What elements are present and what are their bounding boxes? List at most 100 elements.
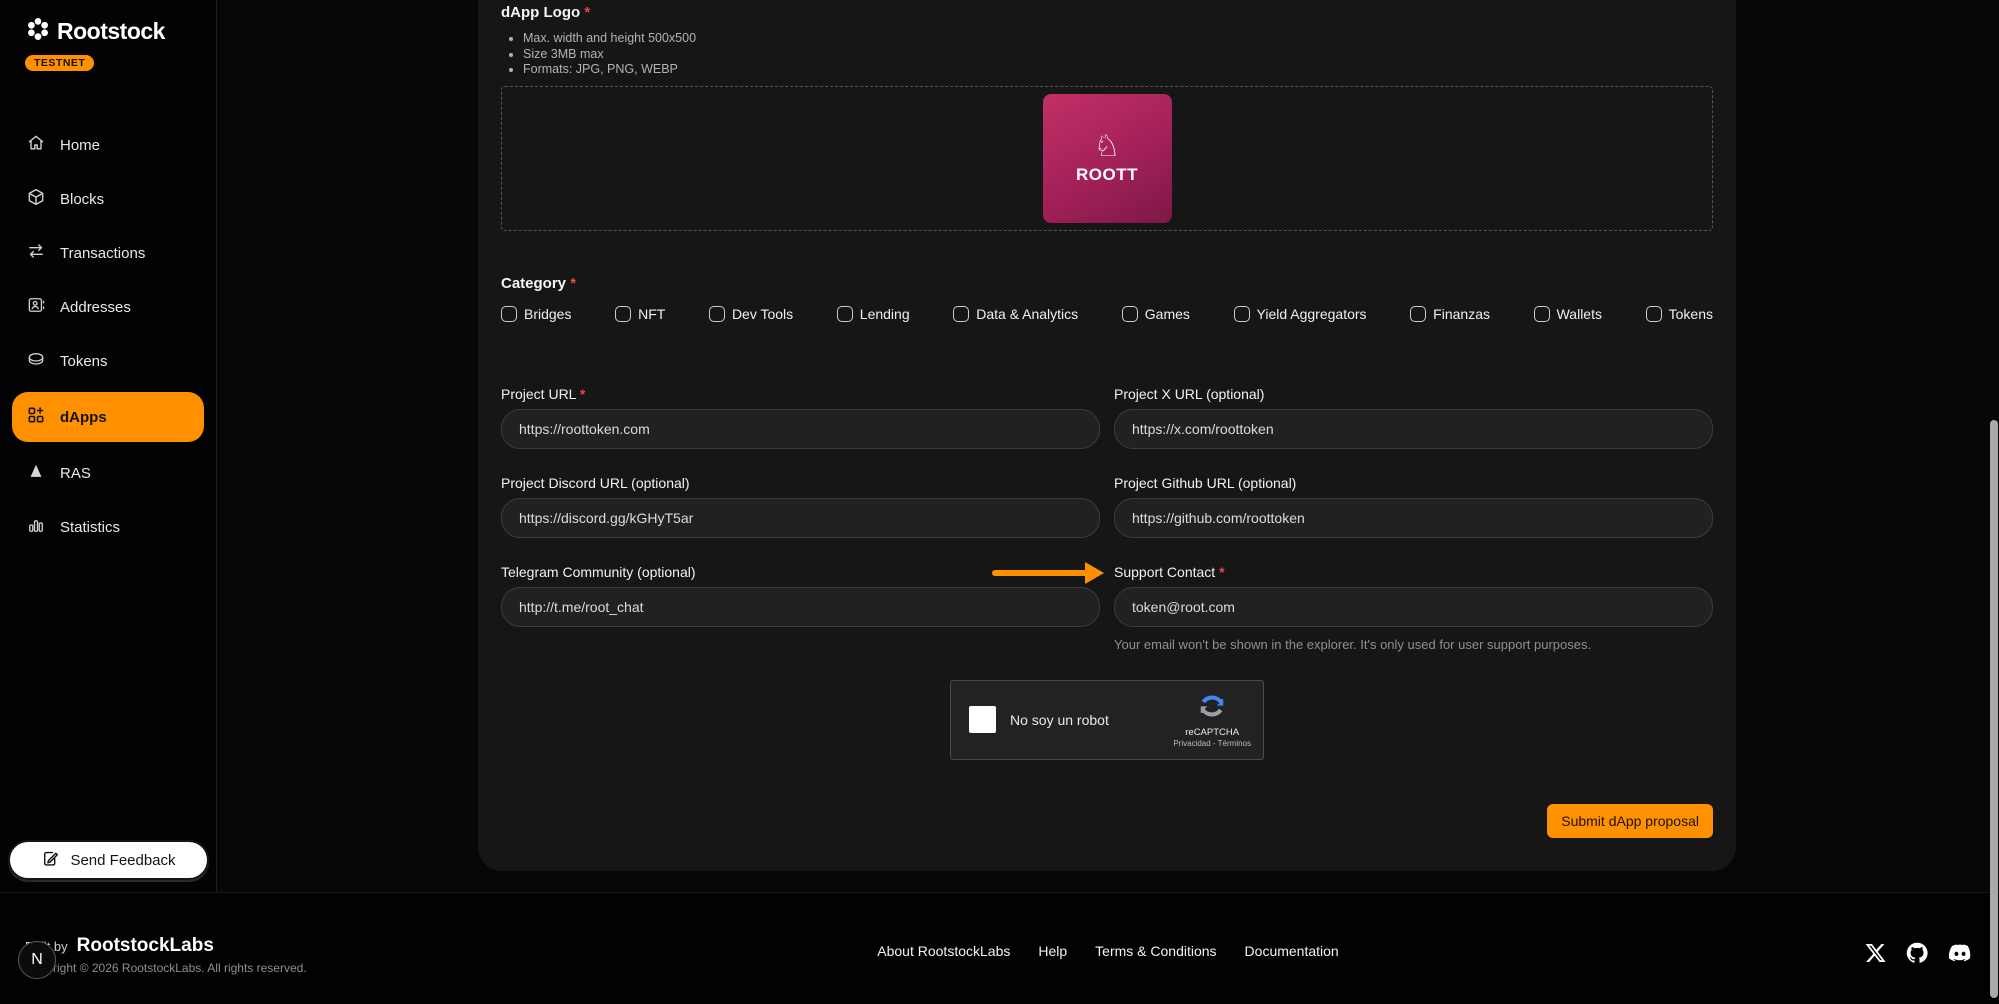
sidebar-item-ras[interactable]: RAS [12,454,204,492]
category-options: Bridges NFT Dev Tools Lending Data & Ana… [501,306,1713,322]
category-option-lending[interactable]: Lending [837,306,910,322]
copyright-text: Copyright © 2026 RootstockLabs. All righ… [25,961,307,975]
category-option-label: Games [1145,306,1190,322]
submit-dapp-proposal-button[interactable]: Submit dApp proposal [1547,804,1713,838]
brand[interactable]: Rootstock TESTNET [25,16,165,71]
built-by-brand[interactable]: RootstockLabs [77,935,214,957]
checkbox[interactable] [1410,306,1426,322]
checkbox[interactable] [953,306,969,322]
recaptcha-label: No soy un robot [1010,712,1173,728]
footer-link-help[interactable]: Help [1038,943,1067,959]
checkbox[interactable] [1122,306,1138,322]
telegram-community-input[interactable] [501,587,1100,627]
sidebar-item-label: Transactions [60,245,145,262]
logo-requirements-list: Max. width and height 500x500 Size 3MB m… [501,31,1713,78]
sidebar-item-home[interactable]: Home [12,126,204,164]
project-url-field: Project URL * [501,386,1100,449]
brand-name: Rootstock [57,18,165,45]
vertical-scrollbar[interactable] [1989,0,1999,1004]
sidebar: Rootstock TESTNET Home Blocks Transactio… [0,0,217,892]
category-option-games[interactable]: Games [1122,306,1190,322]
project-discord-url-field: Project Discord URL (optional) [501,475,1100,538]
category-option-label: Finanzas [1433,306,1490,322]
support-contact-input[interactable] [1114,587,1713,627]
checkbox[interactable] [837,306,853,322]
project-github-url-field: Project Github URL (optional) [1114,475,1713,538]
sidebar-item-blocks[interactable]: Blocks [12,180,204,218]
logo-requirement: Size 3MB max [523,47,1713,63]
knight-icon: ♘ [1094,132,1121,162]
submit-row: Submit dApp proposal [501,804,1713,838]
category-label: Category * [501,275,1713,292]
project-url-input[interactable] [501,409,1100,449]
logo-preview[interactable]: ♘ ROOTT [1043,94,1172,223]
avatar[interactable]: N [18,941,56,979]
category-option-bridges[interactable]: Bridges [501,306,571,322]
category-option-dev-tools[interactable]: Dev Tools [709,306,793,322]
required-asterisk: * [584,4,590,21]
home-icon [26,133,46,157]
category-option-finanzas[interactable]: Finanzas [1410,306,1490,322]
footer-link-documentation[interactable]: Documentation [1245,943,1339,959]
footer-link-about[interactable]: About RootstockLabs [877,943,1010,959]
category-option-yield-aggregators[interactable]: Yield Aggregators [1234,306,1367,322]
field-label: Support Contact * [1114,564,1713,580]
field-label: Project Discord URL (optional) [501,475,1100,491]
project-github-url-input[interactable] [1114,498,1713,538]
footer-links: About RootstockLabs Help Terms & Conditi… [877,943,1338,959]
logo-requirement: Max. width and height 500x500 [523,31,1713,47]
rootstock-flower-icon [25,16,51,47]
footer-link-terms[interactable]: Terms & Conditions [1095,943,1216,959]
recaptcha-branding: reCAPTCHA Privacidad - Términos [1173,691,1251,748]
social-links [1865,940,1973,971]
page: Rootstock TESTNET Home Blocks Transactio… [0,0,1999,1004]
sidebar-item-label: dApps [60,409,107,426]
project-x-url-input[interactable] [1114,409,1713,449]
project-x-url-field: Project X URL (optional) [1114,386,1713,449]
logo-upload-dropzone[interactable]: ♘ ROOTT [501,86,1713,231]
logo-requirement: Formats: JPG, PNG, WEBP [523,62,1713,78]
checkbox[interactable] [1534,306,1550,322]
field-label: Project Github URL (optional) [1114,475,1713,491]
sidebar-nav: Home Blocks Transactions Addresses Token… [0,118,216,554]
category-option-label: Data & Analytics [976,306,1078,322]
category-option-tokens[interactable]: Tokens [1646,306,1713,322]
project-discord-url-input[interactable] [501,498,1100,538]
checkbox[interactable] [1646,306,1662,322]
category-option-label: Bridges [524,306,571,322]
category-option-wallets[interactable]: Wallets [1534,306,1602,322]
category-option-nft[interactable]: NFT [615,306,665,322]
send-feedback-button[interactable]: Send Feedback [8,840,209,880]
sidebar-item-transactions[interactable]: Transactions [12,234,204,272]
feedback-pencil-icon [41,849,60,872]
checkbox[interactable] [501,306,517,322]
checkbox[interactable] [615,306,631,322]
logo-preview-text: ROOTT [1076,165,1138,185]
field-label: Project URL * [501,386,1100,402]
scrollbar-thumb[interactable] [1990,420,1998,998]
support-contact-field: Support Contact * Your email won't be sh… [1114,564,1713,652]
category-option-label: Wallets [1557,306,1602,322]
checkbox[interactable] [709,306,725,322]
sidebar-item-label: Tokens [60,353,108,370]
category-option-data-analytics[interactable]: Data & Analytics [953,306,1078,322]
discord-icon[interactable] [1947,940,1973,971]
sidebar-item-dapps[interactable]: dApps [12,392,204,442]
checkbox[interactable] [1234,306,1250,322]
main-content: dApp Logo * Max. width and height 500x50… [218,0,1999,892]
category-option-label: Dev Tools [732,306,793,322]
recaptcha-privacy-terms-links[interactable]: Privacidad - Términos [1173,739,1251,748]
sidebar-item-label: Home [60,137,100,154]
url-fields-grid: Project URL * Project X URL (optional) P… [501,386,1713,652]
triangle-icon [26,461,46,485]
sidebar-item-tokens[interactable]: Tokens [12,342,204,380]
github-icon[interactable] [1905,941,1929,970]
recaptcha-checkbox[interactable] [969,706,996,733]
recaptcha-logo-icon [1197,691,1227,726]
sidebar-item-addresses[interactable]: Addresses [12,288,204,326]
recaptcha-brand-text: reCAPTCHA [1185,727,1239,738]
required-asterisk: * [1219,564,1224,580]
sidebar-item-statistics[interactable]: Statistics [12,508,204,546]
x-twitter-icon[interactable] [1865,942,1887,969]
dapps-grid-icon [26,405,46,429]
